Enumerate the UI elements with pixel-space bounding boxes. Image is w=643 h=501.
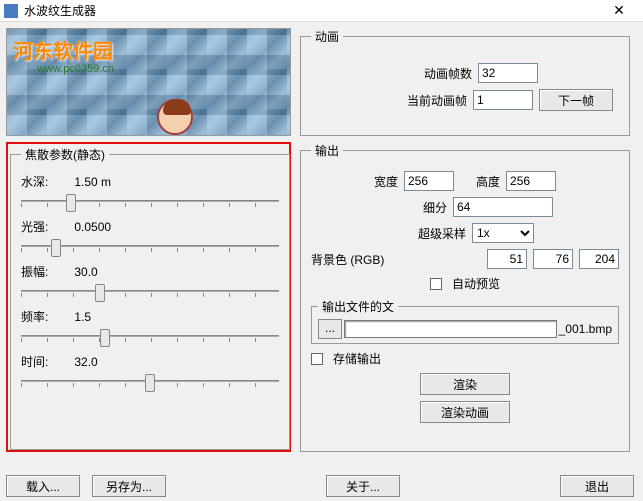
watermark-logo: 河东软件园 [13,35,113,64]
preview-image: 河东软件园 www.pc0359.cn [6,28,291,136]
output-file-group: 输出文件的文 ... _001.bmp [311,298,619,344]
supersample-select[interactable]: 1x [472,223,534,243]
output-group: 输出 宽度 高度 细分 超级采样 1x 背景色 (RGB) 自动预览 [300,142,630,452]
intensity-row: 光强: 0.0500 [21,218,279,235]
next-frame-button[interactable]: 下一帧 [539,89,613,111]
amplitude-slider[interactable] [21,282,279,302]
app-icon [4,4,18,18]
autopreview-checkbox[interactable] [430,278,442,290]
current-frame-label: 当前动画帧 [387,92,467,109]
window-title: 水波纹生成器 [24,2,599,19]
bgcolor-label: 背景色 (RGB) [311,251,401,268]
supersample-label: 超级采样 [396,225,466,242]
depth-thumb[interactable] [66,194,76,212]
time-value: 32.0 [74,355,97,369]
intensity-label: 光强: [21,218,71,235]
caustic-params-group: 焦散参数(静态) 水深: 1.50 m 光强: 0.0500 振幅: 30.0 [10,146,290,450]
browse-button[interactable]: ... [318,319,342,339]
depth-slider[interactable] [21,192,279,212]
render-button[interactable]: 渲染 [420,373,510,395]
height-label: 高度 [476,173,500,190]
depth-row: 水深: 1.50 m [21,173,279,190]
output-file-legend: 输出文件的文 [318,298,398,315]
subdiv-label: 细分 [377,199,447,216]
intensity-value: 0.0500 [74,220,111,234]
frames-label: 动画帧数 [392,65,472,82]
caustic-legend: 焦散参数(静态) [21,146,109,163]
current-frame-input[interactable] [473,90,533,110]
render-anim-button[interactable]: 渲染动画 [420,401,510,423]
frames-input[interactable] [478,63,538,83]
intensity-slider[interactable] [21,237,279,257]
about-button[interactable]: 关于... [326,475,400,497]
bg-g-input[interactable] [533,249,573,269]
amplitude-value: 30.0 [74,265,97,279]
bg-b-input[interactable] [579,249,619,269]
saveas-button[interactable]: 另存为... [92,475,166,497]
intensity-thumb[interactable] [51,239,61,257]
caustic-highlight-box: 焦散参数(静态) 水深: 1.50 m 光强: 0.0500 振幅: 30.0 [6,142,291,452]
time-thumb[interactable] [145,374,155,392]
load-button[interactable]: 载入... [6,475,80,497]
animation-group: 动画 动画帧数 当前动画帧 下一帧 [300,28,630,136]
frequency-slider[interactable] [21,327,279,347]
store-output-label: 存储输出 [333,350,381,367]
close-button[interactable]: ✕ [599,0,639,22]
output-path-input[interactable] [344,320,557,338]
titlebar: 水波纹生成器 ✕ [0,0,643,22]
width-input[interactable] [404,171,454,191]
depth-label: 水深: [21,173,71,190]
time-label: 时间: [21,353,71,370]
store-output-checkbox[interactable] [311,353,323,365]
depth-value: 1.50 m [74,175,111,189]
time-row: 时间: 32.0 [21,353,279,370]
bottom-bar: 载入... 另存为... 关于... 退出 [6,475,634,497]
frequency-value: 1.5 [74,310,91,324]
frequency-label: 频率: [21,308,71,325]
watermark-url: www.pc0359.cn [37,63,114,75]
amplitude-row: 振幅: 30.0 [21,263,279,280]
bg-r-input[interactable] [487,249,527,269]
frequency-row: 频率: 1.5 [21,308,279,325]
output-suffix: _001.bmp [559,322,612,336]
cartoon-character [157,99,193,135]
output-legend: 输出 [311,142,343,159]
animation-legend: 动画 [311,28,343,45]
amplitude-label: 振幅: [21,263,71,280]
frequency-thumb[interactable] [100,329,110,347]
height-input[interactable] [506,171,556,191]
width-label: 宽度 [374,173,398,190]
exit-button[interactable]: 退出 [560,475,634,497]
time-slider[interactable] [21,372,279,392]
subdiv-input[interactable] [453,197,553,217]
autopreview-label: 自动预览 [452,275,500,292]
content-area: 河东软件园 www.pc0359.cn 焦散参数(静态) 水深: 1.50 m … [0,22,643,501]
amplitude-thumb[interactable] [95,284,105,302]
